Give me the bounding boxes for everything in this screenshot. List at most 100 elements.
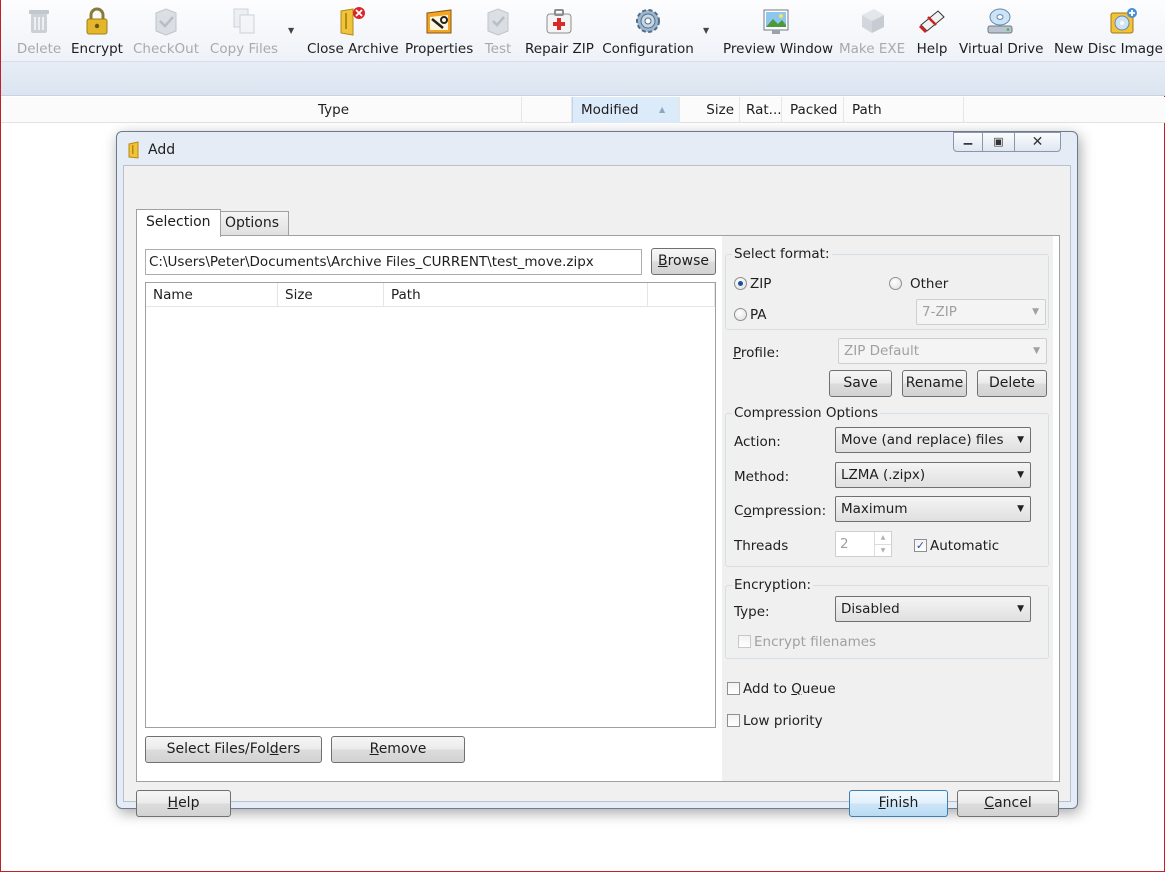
toolbar-make-exe-button[interactable]: Make EXE: [839, 0, 906, 61]
format-pa-radio[interactable]: [734, 308, 747, 321]
format-other-label[interactable]: Other: [910, 275, 948, 293]
method-value: LZMA (.zipx): [841, 467, 926, 483]
format-zip-radio[interactable]: [734, 277, 747, 290]
toolbar-close-archive-button[interactable]: Close Archive: [307, 0, 399, 61]
select-files-folders-button[interactable]: Select Files/Folders: [145, 736, 322, 763]
help-button[interactable]: Help: [136, 790, 231, 817]
column-type[interactable]: Type: [310, 97, 522, 123]
threads-label: Threads: [734, 538, 789, 554]
toolbar-label: Test: [484, 41, 512, 57]
compression-level-select[interactable]: Maximum ▼: [835, 496, 1031, 522]
toolbar-new-disc-image-button[interactable]: New Disc Image (.i: [1051, 0, 1165, 61]
toolbar-checkout-button[interactable]: CheckOut: [131, 0, 201, 61]
encryption-type-value: Disabled: [841, 601, 900, 617]
threads-spinner[interactable]: 2 ▲ ▼: [835, 531, 892, 557]
toolbar-label: Make EXE: [839, 41, 906, 57]
action-label: Action:: [734, 434, 781, 450]
sort-ascending-icon: ▲: [659, 105, 666, 114]
toolbar-label: CheckOut: [132, 41, 199, 57]
encryption-type-select[interactable]: Disabled ▼: [835, 596, 1031, 622]
column-spacer: [522, 97, 572, 123]
address-strip: [1, 62, 1165, 96]
low-priority-label[interactable]: Low priority: [743, 712, 823, 730]
dialog-title: Add: [148, 142, 176, 158]
encryption-type-label: Type:: [734, 604, 770, 620]
cancel-accesskey: C: [984, 795, 995, 811]
help-icon: [916, 5, 948, 37]
maximize-icon: ▣: [993, 135, 1004, 148]
profile-save-button[interactable]: Save: [829, 370, 892, 397]
select-format-group: Select format: ZIP Other PA 7-ZIP ▼: [725, 245, 1049, 330]
browse-accesskey: B: [658, 253, 668, 269]
new-disc-image-icon: [1107, 5, 1139, 37]
toolbar-repair-zip-button[interactable]: Repair ZIP: [525, 0, 594, 61]
profile-rename-button[interactable]: Rename: [902, 370, 967, 397]
preview-window-icon: [760, 5, 792, 37]
encryption-group: Encryption: Type: Disabled ▼ Encrypt fil…: [725, 576, 1049, 659]
method-select[interactable]: LZMA (.zipx) ▼: [835, 462, 1031, 488]
copy-files-dropdown-arrow-icon[interactable]: ▼: [288, 26, 294, 35]
compression-options-title: Compression Options: [732, 404, 880, 422]
close-window-button[interactable]: ✕: [1015, 132, 1061, 152]
select-files-accesskey: d: [269, 741, 279, 757]
encrypt-filenames-label[interactable]: Encrypt filenames: [754, 633, 876, 651]
file-list-column-header: Type Modified ▲ Size Rat... Packed Path: [1, 97, 1165, 123]
column-ratio[interactable]: Rat...: [740, 97, 782, 123]
format-pa-label[interactable]: PA: [750, 306, 767, 324]
toolbar-preview-window-button[interactable]: Preview Window: [723, 0, 833, 61]
toolbar-test-button[interactable]: Test: [479, 0, 517, 61]
automatic-checkbox[interactable]: ✓: [914, 539, 927, 552]
encryption-title: Encryption:: [732, 576, 814, 594]
add-to-queue-checkbox[interactable]: [727, 682, 740, 695]
dialog-client-area: Selection Options C:\Users\Peter\Documen…: [123, 165, 1071, 817]
toolbar-virtual-drive-button[interactable]: Virtual Drive: [959, 0, 1043, 61]
maximize-button[interactable]: ▣: [983, 132, 1015, 152]
remove-button[interactable]: Remove: [331, 736, 465, 763]
archive-path-input[interactable]: C:\Users\Peter\Documents\Archive Files_C…: [145, 249, 642, 275]
list-header-size[interactable]: Size: [278, 283, 384, 307]
configuration-dropdown-arrow-icon[interactable]: ▼: [703, 26, 709, 35]
automatic-label[interactable]: Automatic: [930, 537, 999, 555]
main-toolbar: Delete Encrypt CheckOut Copy Files ▼ Clo…: [1, 0, 1165, 62]
tab-selection[interactable]: Selection: [136, 209, 221, 237]
toolbar-encrypt-button[interactable]: Encrypt: [71, 0, 123, 61]
browse-button[interactable]: Browse: [651, 248, 716, 275]
column-modified[interactable]: Modified ▲: [572, 97, 680, 123]
virtual-drive-icon: [984, 5, 1016, 37]
column-packed[interactable]: Packed: [782, 97, 844, 123]
profile-select[interactable]: ZIP Default ▼: [838, 338, 1047, 364]
profile-delete-button[interactable]: Delete: [977, 370, 1047, 397]
toolbar-label: Properties: [405, 41, 474, 57]
toolbar-label: New Disc Image (.i: [1054, 41, 1165, 57]
finish-button[interactable]: Finish: [849, 790, 948, 817]
add-to-queue-label[interactable]: Add to Queue: [743, 680, 836, 698]
cancel-button[interactable]: Cancel: [957, 790, 1059, 817]
minimize-button[interactable]: ▁: [953, 132, 983, 152]
list-header-path[interactable]: Path: [384, 283, 648, 307]
toolbar-label: Delete: [16, 41, 62, 57]
list-header-name[interactable]: Name: [146, 283, 278, 307]
spin-up-icon[interactable]: ▲: [874, 532, 891, 544]
encrypt-filenames-checkbox[interactable]: [738, 635, 751, 648]
toolbar-help-button[interactable]: Help: [913, 0, 951, 61]
toolbar-delete-button[interactable]: Delete: [15, 0, 63, 61]
toolbar-copy-files-button[interactable]: Copy Files: [209, 0, 279, 61]
low-priority-checkbox[interactable]: [727, 714, 740, 727]
action-value: Move (and replace) files: [841, 432, 1004, 448]
browse-label-rest: rowse: [667, 253, 709, 269]
format-zip-label[interactable]: ZIP: [750, 275, 771, 293]
action-select[interactable]: Move (and replace) files ▼: [835, 427, 1031, 453]
properties-icon: [423, 5, 455, 37]
format-other-radio[interactable]: [889, 277, 902, 290]
column-size[interactable]: Size: [680, 97, 740, 123]
toolbar-properties-button[interactable]: Properties: [405, 0, 474, 61]
select-files-label-rest: ers: [278, 741, 301, 757]
other-format-select[interactable]: 7-ZIP ▼: [916, 299, 1046, 325]
compression-level-value: Maximum: [841, 501, 908, 517]
compression-level-label: Compression:: [734, 503, 827, 519]
toolbar-configuration-button[interactable]: Configuration: [601, 0, 695, 61]
spin-down-icon[interactable]: ▼: [874, 544, 891, 556]
column-path[interactable]: Path: [844, 97, 964, 123]
files-to-add-list[interactable]: Name Size Path: [145, 282, 716, 728]
tab-options[interactable]: Options: [215, 211, 290, 235]
